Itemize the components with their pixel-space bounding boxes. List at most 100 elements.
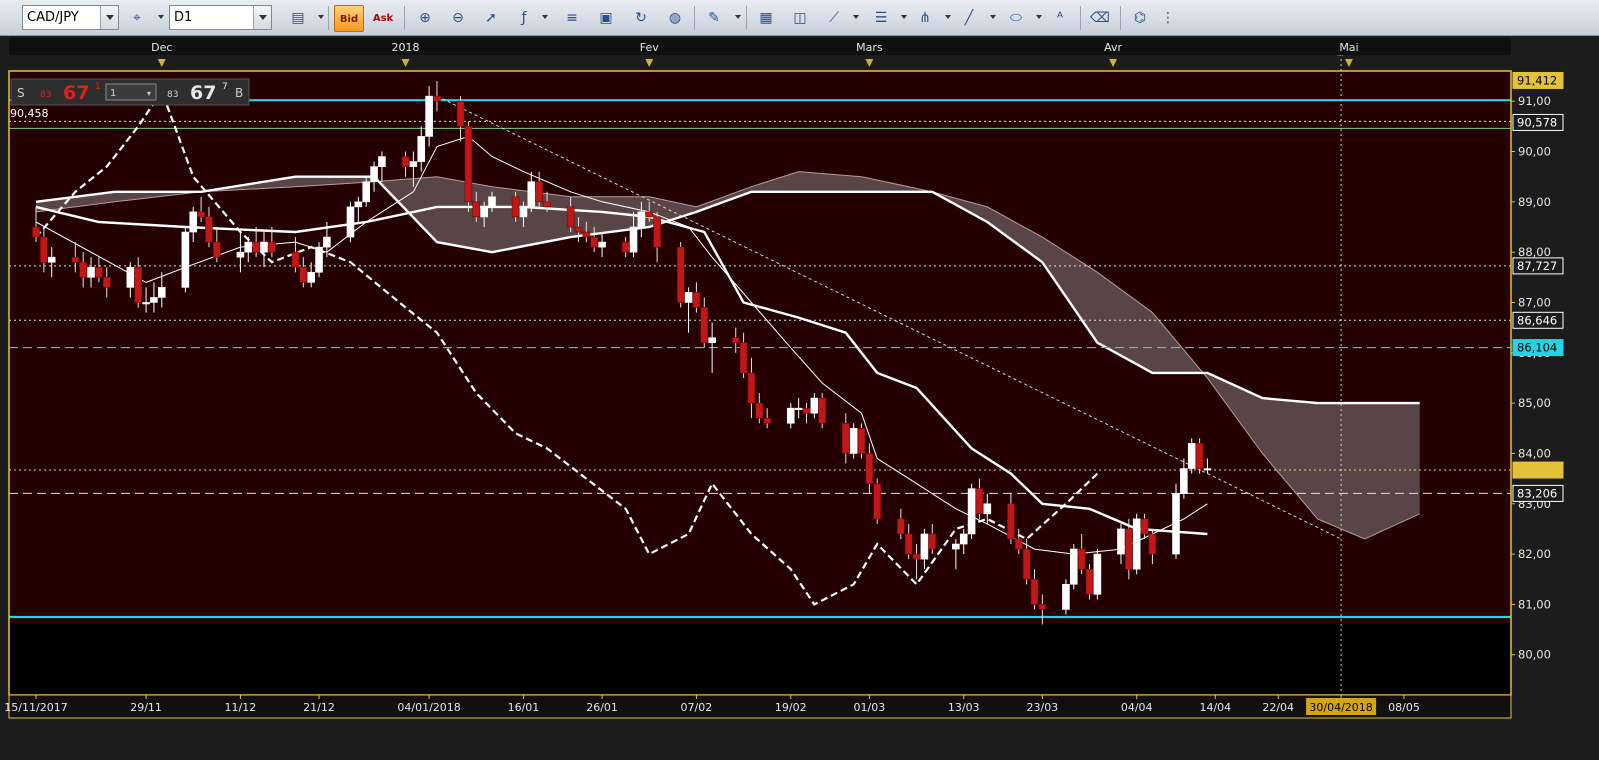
candle-body[interactable]	[527, 181, 536, 208]
candle-body[interactable]	[519, 206, 528, 218]
candle-body[interactable]	[810, 397, 819, 414]
candle-body[interactable]	[818, 397, 827, 424]
chevron-down-icon[interactable]	[853, 15, 859, 19]
hierarchy-icon[interactable]: ⌬	[1129, 7, 1151, 29]
horizontal-lines-icon[interactable]: ☰	[870, 7, 892, 29]
candle-body[interactable]	[95, 266, 103, 278]
candle-body[interactable]	[645, 211, 654, 218]
candle-body[interactable]	[676, 246, 685, 303]
chart-type-icon[interactable]: ▤	[287, 7, 309, 29]
candle-body[interactable]	[354, 201, 363, 208]
candle-body[interactable]	[928, 533, 937, 550]
candle-body[interactable]	[480, 206, 488, 218]
candle-body[interactable]	[425, 95, 433, 137]
candle-body[interactable]	[1062, 583, 1070, 610]
candle-body[interactable]	[456, 100, 465, 127]
candle-body[interactable]	[731, 337, 740, 344]
candle-body[interactable]	[755, 402, 764, 419]
candle-body[interactable]	[598, 241, 606, 248]
candle-body[interactable]	[323, 236, 331, 248]
candle-body[interactable]	[1077, 548, 1086, 570]
chevron-down-icon[interactable]	[158, 15, 164, 19]
candle-body[interactable]	[299, 266, 308, 283]
candle-body[interactable]	[708, 337, 716, 344]
fibonacci-icon[interactable]: ⟋	[823, 7, 845, 29]
chevron-down-icon[interactable]	[735, 15, 741, 19]
chevron-down-icon[interactable]	[990, 15, 996, 19]
candle-body[interactable]	[865, 453, 874, 484]
pointer-icon[interactable]: ➚	[480, 7, 502, 29]
candle-body[interactable]	[590, 236, 599, 248]
candle-body[interactable]	[794, 407, 803, 410]
candle-body[interactable]	[975, 488, 984, 515]
candle-body[interactable]	[157, 287, 166, 298]
sell-price-big[interactable]: 67	[63, 82, 89, 104]
candle-body[interactable]	[236, 251, 245, 258]
candle-body[interactable]	[1125, 528, 1133, 570]
candle-body[interactable]	[244, 241, 253, 253]
indicator-icon[interactable]: ƒ	[513, 7, 535, 29]
candle-body[interactable]	[566, 206, 575, 228]
chevron-down-icon[interactable]	[542, 15, 548, 19]
candle-body[interactable]	[621, 241, 630, 253]
candle-body[interactable]	[1069, 548, 1078, 585]
candle-body[interactable]	[87, 266, 95, 278]
candle-body[interactable]	[857, 427, 866, 454]
image-icon[interactable]: ▦	[755, 7, 777, 29]
candle-body[interactable]	[1117, 528, 1125, 555]
candle-body[interactable]	[268, 241, 276, 253]
candle-body[interactable]	[897, 518, 905, 535]
buy-price-big[interactable]: 67	[190, 82, 216, 104]
candle-body[interactable]	[653, 216, 661, 248]
quantity-stepper-icon[interactable]: ▾	[147, 89, 151, 98]
candle-body[interactable]	[849, 427, 858, 454]
text-tool-icon[interactable]: ᴬ	[1049, 7, 1071, 29]
candle-body[interactable]	[315, 246, 323, 273]
candle-body[interactable]	[952, 543, 960, 550]
candle-body[interactable]	[543, 201, 551, 208]
price-chart[interactable]: ⇹ Dec2018FevMarsAvrMai 15/11/201729/1111…	[0, 36, 1599, 756]
candle-body[interactable]	[1148, 533, 1157, 555]
candle-body[interactable]	[692, 292, 701, 308]
zoom-in-icon[interactable]: ⊕	[414, 7, 436, 29]
candle-body[interactable]	[417, 136, 426, 162]
candle-body[interactable]	[739, 342, 748, 374]
candle-body[interactable]	[1172, 493, 1180, 555]
candle-body[interactable]	[126, 266, 135, 288]
candle-body[interactable]	[40, 236, 48, 263]
candle-body[interactable]	[637, 211, 646, 228]
candle-body[interactable]	[189, 211, 198, 233]
eraser-icon[interactable]: ⌫	[1089, 7, 1111, 29]
candle-body[interactable]	[346, 206, 355, 238]
candle-body[interactable]	[967, 488, 976, 535]
chevron-down-icon[interactable]	[1036, 15, 1042, 19]
template-icon[interactable]: ▣	[595, 7, 617, 29]
candle-body[interactable]	[197, 211, 205, 218]
toolbar-overflow-icon[interactable]: ⋮	[1157, 7, 1179, 29]
candle-body[interactable]	[1093, 553, 1102, 595]
level-icon[interactable]: ≡	[561, 7, 583, 29]
candle-body[interactable]	[582, 231, 591, 238]
candle-body[interactable]	[1030, 578, 1039, 605]
candle-body[interactable]	[747, 372, 756, 404]
candle-body[interactable]	[511, 196, 520, 218]
candle-body[interactable]	[252, 241, 260, 253]
zoom-out-icon[interactable]: ⊖	[447, 7, 469, 29]
candle-body[interactable]	[370, 166, 378, 183]
candle-body[interactable]	[378, 156, 386, 167]
candle-body[interactable]	[1132, 518, 1141, 570]
timeframe-select[interactable]: D1	[169, 5, 272, 30]
symbol-select[interactable]: CAD/JPY	[22, 5, 119, 30]
trendline-icon[interactable]: ╱	[958, 7, 980, 29]
candle-body[interactable]	[763, 417, 771, 424]
chart-area[interactable]: ⇹ Dec2018FevMarsAvrMai 15/11/201729/1111…	[0, 36, 1599, 756]
candle-body[interactable]	[841, 422, 850, 454]
candle-body[interactable]	[401, 156, 410, 167]
ruler-icon[interactable]: ✎	[703, 7, 725, 29]
bid-button[interactable]: Bid	[334, 5, 364, 32]
candle-body[interactable]	[488, 196, 496, 208]
candle-body[interactable]	[213, 241, 221, 258]
candle-body[interactable]	[181, 231, 190, 288]
candle-body[interactable]	[307, 271, 315, 283]
refresh-icon[interactable]: ↻	[630, 7, 652, 29]
